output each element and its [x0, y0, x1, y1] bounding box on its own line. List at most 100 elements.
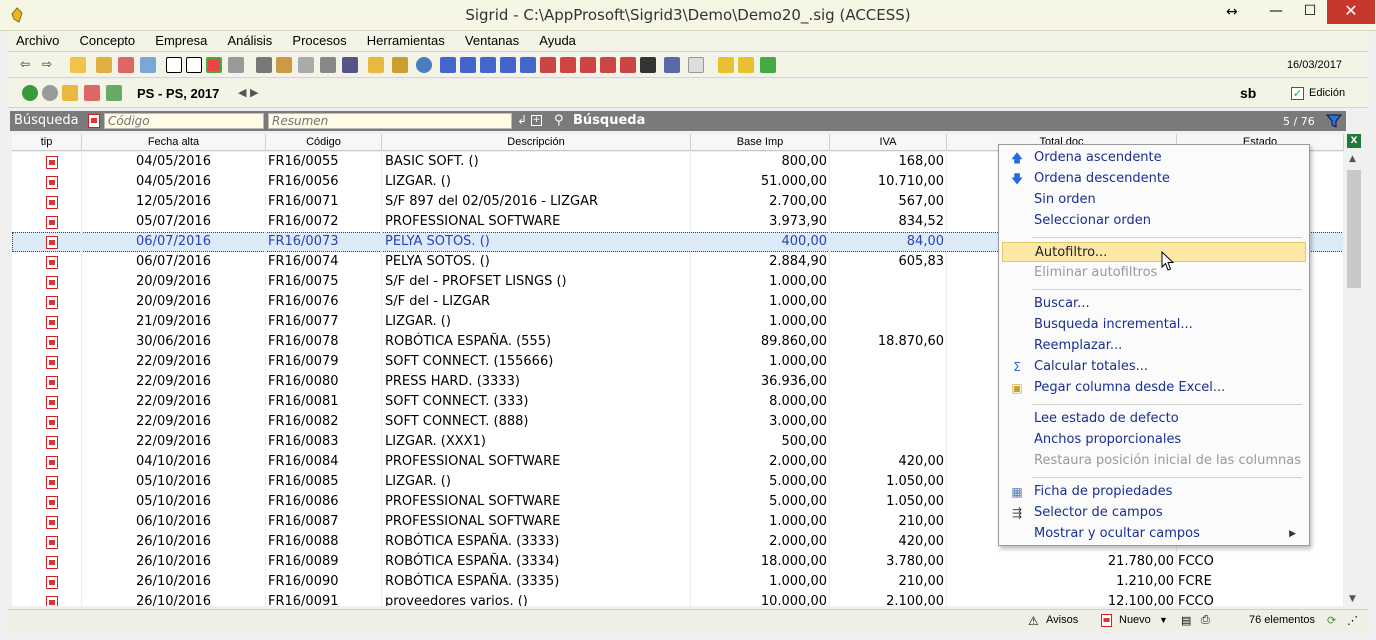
col-descripcion[interactable]: Descripción [382, 134, 691, 151]
forward-icon[interactable]: ⇨ [42, 57, 58, 73]
table-row[interactable]: 26/10/2016 FR16/0091 proveedores varios. (… [12, 592, 1344, 606]
binoculars-icon[interactable]: ⚲ [554, 113, 564, 128]
scroll-up-icon[interactable]: ▲ [1349, 154, 1356, 164]
col-base-imp[interactable]: Base Imp [691, 134, 830, 151]
doc-blue-4-icon[interactable] [500, 57, 516, 73]
col-tip[interactable]: tip [12, 134, 82, 151]
menu-item-mostrar-y-ocultar-campos[interactable]: Mostrar y ocultar campos ▶ [1002, 524, 1306, 544]
menu-item-seleccionar-orden[interactable]: Seleccionar orden [1002, 211, 1306, 231]
text-t-icon[interactable] [166, 57, 182, 73]
text-e-icon[interactable] [186, 57, 202, 73]
table-row[interactable]: 26/10/2016 FR16/0089 ROBÓTICA ESPAÑA. (333… [12, 552, 1344, 572]
layout-icon[interactable]: ▤ [1181, 614, 1191, 627]
menu-item-autofiltro[interactable]: Autofiltro... [1002, 242, 1306, 262]
scroll-down-icon[interactable]: ▼ [1349, 594, 1356, 604]
codigo-cell: FR16/0074 [266, 252, 382, 272]
scroll-thumb[interactable] [1347, 170, 1361, 288]
nuevo-button[interactable]: Nuevo [1119, 614, 1151, 626]
menu-item-ficha-de-propiedades[interactable]: ▦ Ficha de propiedades [1002, 482, 1306, 502]
home-2-icon[interactable] [84, 85, 100, 101]
calendar-icon[interactable] [140, 57, 156, 73]
import-icon[interactable] [96, 57, 112, 73]
doc-red-2-icon[interactable] [560, 57, 576, 73]
menu-item-buscar[interactable]: Buscar... [1002, 294, 1306, 314]
codigo-input[interactable] [104, 113, 264, 129]
color-icon[interactable] [206, 57, 222, 73]
doc-black-icon[interactable] [640, 57, 656, 73]
grey-forward-icon[interactable] [42, 85, 58, 101]
menu-item-lee-estado-de-defecto[interactable]: Lee estado de defecto [1002, 409, 1306, 429]
enter-icon[interactable]: ↲ [517, 113, 527, 127]
menu-procesos[interactable]: Procesos [284, 31, 354, 50]
edicion-checkbox[interactable]: ✓ [1291, 87, 1304, 100]
close-button[interactable]: ✕ [1327, 0, 1375, 24]
calculator-icon[interactable] [256, 57, 272, 73]
menu-ventanas[interactable]: Ventanas [457, 31, 527, 50]
back-icon[interactable]: ⇦ [20, 57, 36, 73]
menu-item-calcular-totales[interactable]: Σ Calcular totales... [1002, 357, 1306, 377]
doc-blue-2-icon[interactable] [460, 57, 476, 73]
menu-item-ordena-descendente[interactable]: 🡇 Ordena descendente [1002, 169, 1306, 189]
key-icon[interactable] [392, 57, 408, 73]
folder-icon[interactable] [368, 57, 384, 73]
doc-blue-3-icon[interactable] [480, 57, 496, 73]
menu-item-anchos-proporcionales[interactable]: Anchos proporcionales [1002, 430, 1306, 450]
grip-icon[interactable]: ⋰ [1347, 614, 1358, 627]
prev-context-icon[interactable]: ◀ [238, 86, 246, 99]
doc-blue-5-icon[interactable] [520, 57, 536, 73]
excel-export-icon[interactable]: X [1347, 134, 1361, 148]
doc-red-4-icon[interactable] [600, 57, 616, 73]
note-3-icon[interactable] [760, 57, 776, 73]
vertical-scrollbar[interactable]: ▲ ▼ [1346, 152, 1362, 606]
note-2-icon[interactable] [738, 57, 754, 73]
menu-ayuda[interactable]: Ayuda [531, 31, 584, 50]
maximize-button[interactable]: ☐ [1296, 0, 1324, 24]
print-status-icon[interactable]: ⎙ [1201, 614, 1210, 627]
menu-herramientas[interactable]: Herramientas [359, 31, 453, 50]
avisos-label[interactable]: Avisos [1046, 614, 1078, 626]
menu-item-reemplazar[interactable]: Reemplazar... [1002, 336, 1306, 356]
invoice-type-icon[interactable] [88, 114, 100, 128]
window-icon[interactable] [342, 57, 358, 73]
doc-red-3-icon[interactable] [580, 57, 596, 73]
refresh-icon[interactable] [106, 85, 122, 101]
sync-icon[interactable]: ⟳ [1327, 614, 1336, 627]
expand-icon[interactable]: + [531, 115, 542, 126]
menu-item-sin-orden[interactable]: Sin orden [1002, 190, 1306, 210]
col-codigo[interactable]: Código [266, 134, 382, 151]
globe-icon[interactable] [416, 57, 432, 73]
next-context-icon[interactable]: ▶ [250, 86, 258, 99]
clipboard-icon[interactable] [688, 57, 704, 73]
folder-up-icon[interactable] [62, 85, 78, 101]
doc-blue-1-icon[interactable] [440, 57, 456, 73]
print-icon[interactable] [298, 57, 314, 73]
minimize-button[interactable]: — [1262, 0, 1290, 24]
open-folder-icon[interactable] [70, 57, 86, 73]
menu-analisis[interactable]: Análisis [219, 31, 280, 50]
transfer-icon[interactable] [664, 57, 680, 73]
menu-item-pegar-columna-desde-excel[interactable]: ▣ Pegar columna desde Excel... [1002, 378, 1306, 398]
nuevo-dropdown-icon[interactable]: ▼ [1159, 615, 1168, 625]
avisos-icon[interactable]: ⚠ [1028, 614, 1039, 628]
tools-icon[interactable] [320, 57, 336, 73]
doc-red-5-icon[interactable] [620, 57, 636, 73]
table-row[interactable]: 26/10/2016 FR16/0090 ROBÓTICA ESPAÑA. (333… [12, 572, 1344, 592]
menu-concepto[interactable]: Concepto [72, 31, 144, 50]
menu-empresa[interactable]: Empresa [147, 31, 215, 50]
menu-archivo[interactable]: Archivo [8, 31, 67, 50]
col-iva[interactable]: IVA [830, 134, 947, 151]
menu-item-ordena-ascendente[interactable]: 🡅 Ordena ascendente [1002, 148, 1306, 168]
filter-icon[interactable] [1326, 113, 1342, 129]
traffic-icon[interactable] [276, 57, 292, 73]
menu-item-selector-de-campos[interactable]: ⇶ Selector de campos [1002, 503, 1306, 523]
settings-icon[interactable] [228, 57, 244, 73]
resumen-input[interactable] [268, 113, 512, 129]
resize-icon[interactable]: ↔ [1226, 4, 1238, 20]
doc-red-1-icon[interactable] [540, 57, 556, 73]
note-1-icon[interactable] [718, 57, 734, 73]
green-back-icon[interactable] [22, 85, 38, 101]
new-doc-icon[interactable] [1101, 614, 1112, 627]
menu-item-busqueda-incremental[interactable]: Busqueda incremental... [1002, 315, 1306, 335]
col-fecha-alta[interactable]: Fecha alta [82, 134, 266, 151]
home-icon[interactable] [118, 57, 134, 73]
